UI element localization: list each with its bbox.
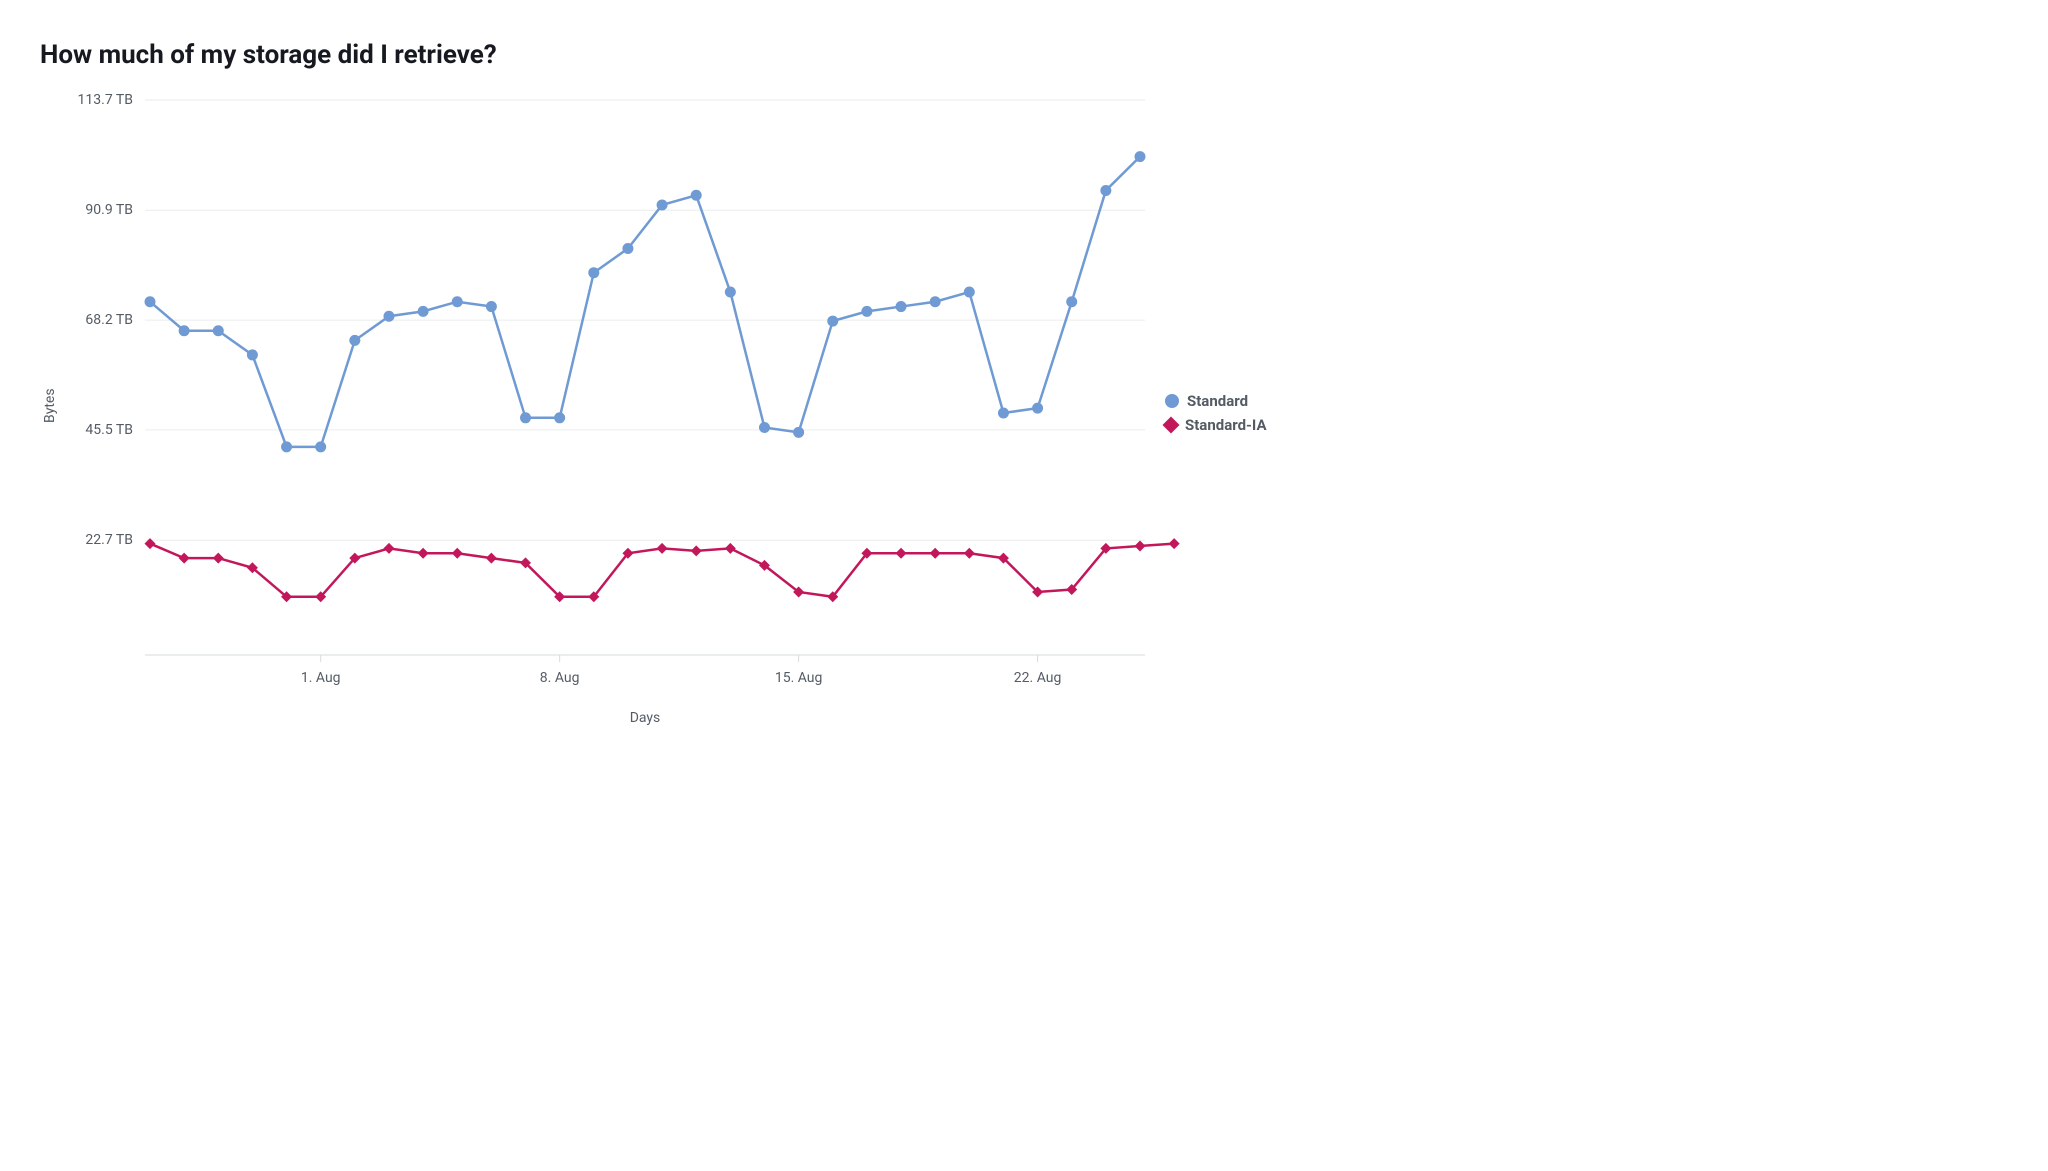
y-tick: 22.7 TB xyxy=(85,532,133,548)
plot-area xyxy=(145,100,1145,660)
y-tick: 90.9 TB xyxy=(85,202,133,218)
y-axis-label: Bytes xyxy=(42,403,58,423)
y-tick: 45.5 TB xyxy=(85,422,133,438)
diamond-marker-icon xyxy=(1163,417,1180,434)
chart-area: Bytes 113.7 TB 90.9 TB 68.2 TB 45.5 TB 2… xyxy=(40,100,1145,726)
circle-marker-icon xyxy=(1165,394,1179,408)
x-tick: 8. Aug xyxy=(540,670,580,686)
x-tick: 22. Aug xyxy=(1014,670,1062,686)
y-axis-ticks: 113.7 TB 90.9 TB 68.2 TB 45.5 TB 22.7 TB xyxy=(60,100,145,660)
x-axis-ticks: 1. Aug 8. Aug 15. Aug 22. Aug xyxy=(145,670,1145,690)
legend: Standard Standard-IA xyxy=(1165,392,1267,434)
chart-container: How much of my storage did I retrieve? B… xyxy=(40,40,1540,726)
y-tick: 113.7 TB xyxy=(78,92,133,108)
legend-label: Standard xyxy=(1187,392,1248,410)
chart-title: How much of my storage did I retrieve? xyxy=(40,40,1540,70)
y-tick: 68.2 TB xyxy=(85,312,133,328)
legend-item-standard[interactable]: Standard xyxy=(1165,392,1267,410)
legend-item-standard-ia[interactable]: Standard-IA xyxy=(1165,416,1267,434)
x-tick: 1. Aug xyxy=(301,670,341,686)
chart-wrapper: Bytes 113.7 TB 90.9 TB 68.2 TB 45.5 TB 2… xyxy=(40,100,1540,726)
legend-label: Standard-IA xyxy=(1185,416,1267,434)
x-axis-label: Days xyxy=(145,710,1145,726)
x-tick: 15. Aug xyxy=(775,670,823,686)
